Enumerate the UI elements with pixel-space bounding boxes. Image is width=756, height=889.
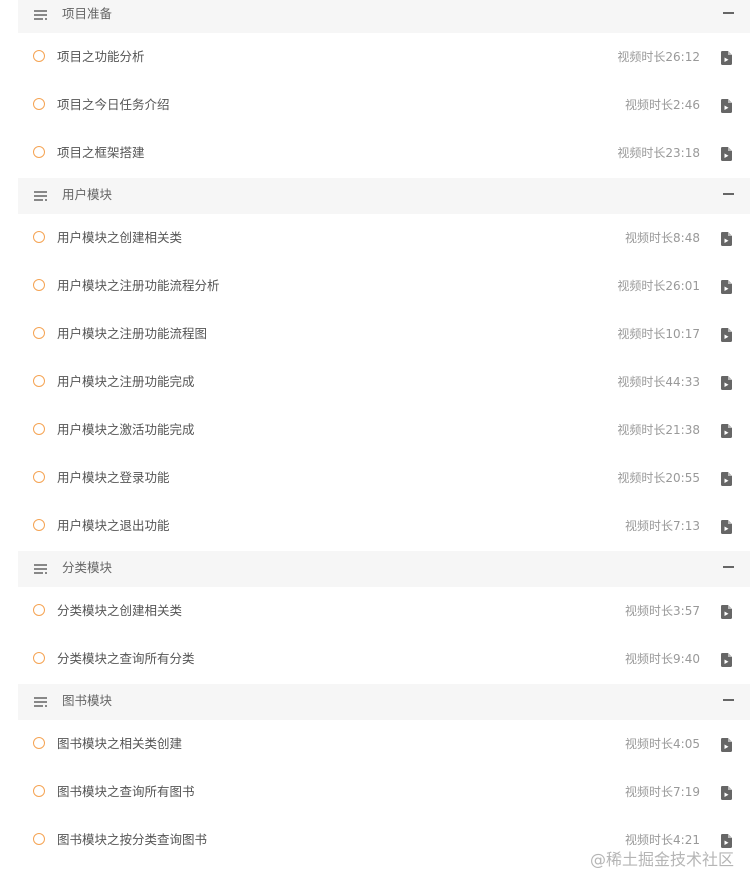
minus-icon[interactable]: [723, 566, 734, 568]
document-icon[interactable]: [721, 375, 732, 390]
lesson-item[interactable]: 用户模块之创建相关类 视频时长8:48: [18, 218, 750, 258]
lesson-title[interactable]: 分类模块之创建相关类: [57, 591, 182, 631]
lesson-title[interactable]: 图书模块之按分类查询图书: [57, 820, 207, 860]
lesson-item[interactable]: 图书模块之相关类创建 视频时长4:05: [18, 724, 750, 764]
lesson-duration: 视频时长7:13: [625, 519, 700, 533]
document-icon[interactable]: [721, 604, 732, 619]
lesson-item[interactable]: 项目之今日任务介绍 视频时长2:46: [18, 85, 750, 125]
lesson-duration: 视频时长26:12: [617, 50, 700, 64]
lesson-duration: 视频时长26:01: [617, 279, 700, 293]
lesson-duration: 视频时长4:05: [625, 737, 700, 751]
lesson-item[interactable]: 用户模块之退出功能 视频时长7:13: [18, 506, 750, 546]
circle-outline-icon: [33, 279, 45, 291]
document-icon[interactable]: [721, 652, 732, 667]
lesson-title[interactable]: 用户模块之注册功能流程图: [57, 314, 207, 354]
watermark: @稀土掘金技术社区: [589, 850, 734, 869]
lesson-duration: 视频时长23:18: [617, 146, 700, 160]
lesson-item[interactable]: 分类模块之查询所有分类 视频时长9:40: [18, 639, 750, 679]
lesson-title[interactable]: 图书模块之相关类创建: [57, 724, 182, 764]
lesson-item[interactable]: 项目之框架搭建 视频时长23:18: [18, 133, 750, 173]
circle-outline-icon: [33, 375, 45, 387]
lesson-item[interactable]: 用户模块之注册功能流程图 视频时长10:17: [18, 314, 750, 354]
document-icon[interactable]: [721, 50, 732, 65]
circle-outline-icon: [33, 652, 45, 664]
section-title: 图书模块: [62, 693, 113, 708]
lesson-title[interactable]: 用户模块之登录功能: [57, 458, 170, 498]
section-header[interactable]: 用户模块: [18, 178, 750, 214]
lesson-duration: 视频时长44:33: [617, 375, 700, 389]
document-icon[interactable]: [721, 327, 732, 342]
menu-lines-icon: [34, 696, 47, 708]
document-icon[interactable]: [721, 833, 732, 848]
lesson-title[interactable]: 用户模块之退出功能: [57, 506, 170, 546]
lesson-item[interactable]: 用户模块之激活功能完成 视频时长21:38: [18, 410, 750, 450]
lesson-title[interactable]: 用户模块之激活功能完成: [57, 410, 195, 450]
section-header[interactable]: 图书模块: [18, 684, 750, 720]
lesson-duration: 视频时长7:19: [625, 785, 700, 799]
document-icon[interactable]: [721, 423, 732, 438]
document-icon[interactable]: [721, 519, 732, 534]
menu-lines-icon: [34, 190, 47, 202]
section-header[interactable]: 项目准备: [18, 0, 750, 33]
menu-lines-icon: [34, 563, 47, 575]
lesson-item[interactable]: 项目之功能分析 视频时长26:12: [18, 37, 750, 77]
circle-outline-icon: [33, 146, 45, 158]
document-icon[interactable]: [721, 98, 732, 113]
lesson-title[interactable]: 项目之框架搭建: [57, 133, 145, 173]
lesson-item[interactable]: 图书模块之查询所有图书 视频时长7:19: [18, 772, 750, 812]
circle-outline-icon: [33, 785, 45, 797]
lesson-item[interactable]: 用户模块之登录功能 视频时长20:55: [18, 458, 750, 498]
lesson-duration: 视频时长10:17: [617, 327, 700, 341]
lesson-title[interactable]: 项目之功能分析: [57, 37, 145, 77]
circle-outline-icon: [33, 98, 45, 110]
circle-outline-icon: [33, 471, 45, 483]
lesson-item[interactable]: 分类模块之创建相关类 视频时长3:57: [18, 591, 750, 631]
lesson-duration: 视频时长2:46: [625, 98, 700, 112]
lesson-duration: 视频时长21:38: [617, 423, 700, 437]
section-header[interactable]: 分类模块: [18, 551, 750, 587]
minus-icon[interactable]: [723, 699, 734, 701]
section-title: 用户模块: [62, 187, 113, 202]
document-icon[interactable]: [721, 785, 732, 800]
menu-lines-icon: [34, 9, 47, 21]
lesson-title[interactable]: 用户模块之注册功能完成: [57, 362, 195, 402]
lesson-duration: 视频时长3:57: [625, 604, 700, 618]
circle-outline-icon: [33, 327, 45, 339]
circle-outline-icon: [33, 423, 45, 435]
circle-outline-icon: [33, 604, 45, 616]
document-icon[interactable]: [721, 231, 732, 246]
section-title: 分类模块: [62, 560, 113, 575]
document-icon[interactable]: [721, 471, 732, 486]
lesson-duration: 视频时长8:48: [625, 231, 700, 245]
circle-outline-icon: [33, 519, 45, 531]
lesson-item[interactable]: 用户模块之注册功能完成 视频时长44:33: [18, 362, 750, 402]
document-icon[interactable]: [721, 279, 732, 294]
lesson-title[interactable]: 分类模块之查询所有分类: [57, 639, 195, 679]
document-icon[interactable]: [721, 146, 732, 161]
lesson-duration: 视频时长9:40: [625, 652, 700, 666]
circle-outline-icon: [33, 50, 45, 62]
lesson-title[interactable]: 用户模块之注册功能流程分析: [57, 266, 220, 306]
section-title: 项目准备: [62, 6, 113, 21]
lesson-title[interactable]: 项目之今日任务介绍: [57, 85, 170, 125]
circle-outline-icon: [33, 737, 45, 749]
lesson-title[interactable]: 图书模块之查询所有图书: [57, 772, 195, 812]
lesson-duration: 视频时长20:55: [617, 471, 700, 485]
document-icon[interactable]: [721, 737, 732, 752]
minus-icon[interactable]: [723, 193, 734, 195]
circle-outline-icon: [33, 833, 45, 845]
lesson-title[interactable]: 用户模块之创建相关类: [57, 218, 182, 258]
minus-icon[interactable]: [723, 12, 734, 14]
circle-outline-icon: [33, 231, 45, 243]
lesson-item[interactable]: 用户模块之注册功能流程分析 视频时长26:01: [18, 266, 750, 306]
